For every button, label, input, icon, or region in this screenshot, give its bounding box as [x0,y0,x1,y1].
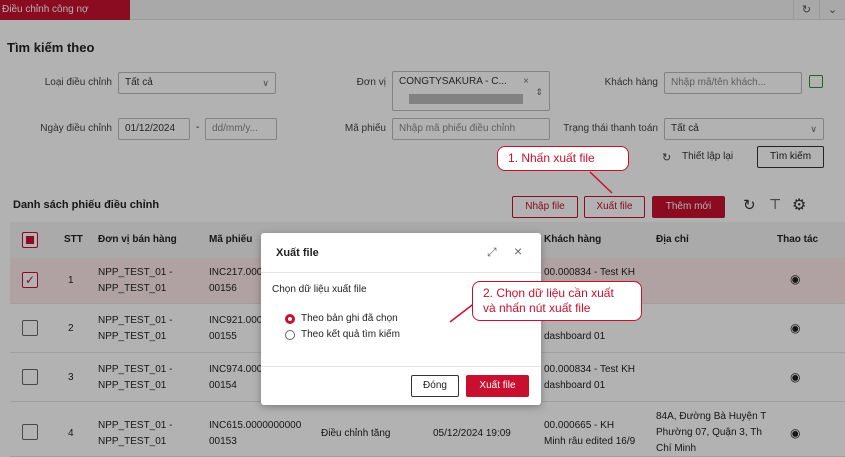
callout-step2: 2. Chọn dữ liệu cần xuất và nhấn nút xuấ… [472,281,642,321]
callout-step2-line1: 2. Chọn dữ liệu cần xuất [483,286,614,300]
callout-arrows [449,171,613,323]
callout-step2-line2: và nhấn nút xuất file [483,301,591,315]
